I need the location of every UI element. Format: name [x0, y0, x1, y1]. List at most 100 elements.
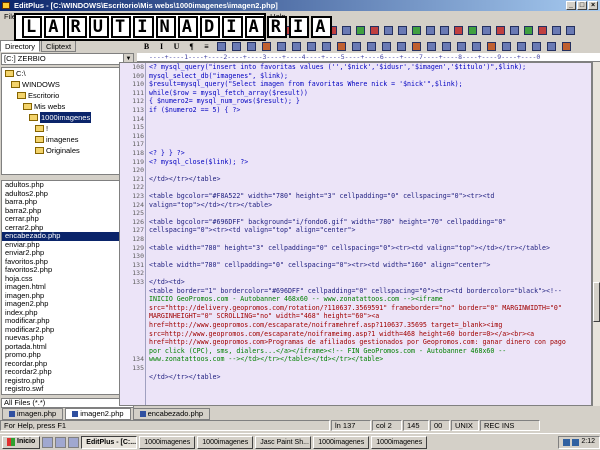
toolbar-button[interactable] [480, 24, 493, 37]
format-button[interactable]: I [155, 40, 168, 53]
toolbar-button[interactable] [424, 24, 437, 37]
format-toolbar-button[interactable] [335, 40, 348, 53]
format-toolbar-button[interactable] [485, 40, 498, 53]
format-toolbar-button[interactable] [560, 40, 573, 53]
tree-item[interactable]: C:\ [2, 68, 133, 79]
file-filter-select[interactable]: All Files (*.*) [1, 398, 134, 408]
toolbar-icon [426, 26, 435, 35]
toolbar-button[interactable] [368, 24, 381, 37]
format-button[interactable]: ≡ [200, 40, 213, 53]
format-toolbar-button[interactable] [545, 40, 558, 53]
format-button[interactable]: B [140, 40, 153, 53]
toolbar-button[interactable] [354, 24, 367, 37]
toolbar-icon [440, 26, 449, 35]
format-icon [547, 42, 556, 51]
doc-tab[interactable]: encabezado.php [132, 407, 211, 420]
format-toolbar-button[interactable] [230, 40, 243, 53]
status-line: ln 137 [331, 420, 371, 431]
taskbar-button[interactable]: 1000imagenes [371, 435, 428, 449]
vertical-scrollbar[interactable] [592, 62, 600, 406]
format-toolbar-button[interactable] [260, 40, 273, 53]
format-toolbar-button[interactable] [215, 40, 228, 53]
tree-item[interactable]: Originales [2, 145, 133, 156]
code-text-area[interactable]: <? mysql_query("insert into favoritas va… [147, 63, 591, 405]
directory-tree: C:\ WINDOWS Escritorio Mis webs 1000imagenes… [1, 67, 134, 175]
quicklaunch-browser-icon[interactable] [42, 436, 54, 448]
tree-item[interactable]: WINDOWS [2, 79, 133, 90]
maximize-icon[interactable]: □ [577, 1, 587, 10]
toolbar-button[interactable] [410, 24, 423, 37]
close-icon[interactable]: × [588, 1, 598, 10]
tray-network-icon[interactable] [563, 438, 571, 446]
quicklaunch-desktop-icon[interactable] [55, 436, 67, 448]
tree-item[interactable]: Mis webs [2, 101, 133, 112]
toolbar-button[interactable] [508, 24, 521, 37]
doc-tab[interactable]: imagen.php [2, 407, 64, 420]
toolbar-button[interactable] [550, 24, 563, 37]
code-editor[interactable]: 108 109 110 111 112 113 114 115 116 117 118 119 120 1… [119, 62, 592, 406]
toolbar-button[interactable] [536, 24, 549, 37]
toolbar-button[interactable] [564, 24, 577, 37]
toolbar-button[interactable] [452, 24, 465, 37]
format-toolbar-button[interactable] [290, 40, 303, 53]
format-toolbar-button[interactable] [305, 40, 318, 53]
taskbar-button[interactable]: 1000imagenes [139, 435, 196, 449]
format-button[interactable]: U [170, 40, 183, 53]
format-toolbar-button[interactable] [455, 40, 468, 53]
toolbar-icon [342, 26, 351, 35]
line-number: 133 [132, 278, 144, 286]
tree-item-label: Originales [46, 146, 80, 155]
doc-tab[interactable]: imagen2.php [65, 407, 131, 420]
file-list-item[interactable]: registro1.php [2, 393, 133, 394]
format-toolbar-button[interactable] [395, 40, 408, 53]
format-toolbar-button[interactable] [380, 40, 393, 53]
format-toolbar-button[interactable] [470, 40, 483, 53]
toolbar-button[interactable] [466, 24, 479, 37]
taskbar-button[interactable]: 1000imagenes [313, 435, 370, 449]
format-icon [472, 42, 481, 51]
start-label: Inicio [17, 438, 36, 445]
taskbar-button[interactable]: EditPlus - [C:... [81, 435, 138, 449]
taskbar-button[interactable]: Jasc Paint Sh... [255, 435, 312, 449]
taskbar-button[interactable]: 1000imagenes [197, 435, 254, 449]
toolbar-button[interactable] [382, 24, 395, 37]
format-icon [232, 42, 241, 51]
drive-select[interactable]: [C:] ZERBIO ▼ [1, 53, 134, 65]
format-toolbar-button[interactable] [425, 40, 438, 53]
folder-icon [35, 147, 44, 154]
scrollbar-thumb[interactable] [593, 282, 600, 322]
format-toolbar-button[interactable] [365, 40, 378, 53]
tray-volume-icon[interactable] [572, 438, 580, 446]
minimize-icon[interactable]: _ [566, 1, 576, 10]
format-toolbar-button[interactable] [500, 40, 513, 53]
tree-item-label: WINDOWS [22, 80, 60, 89]
status-mode: REC INS READ [480, 420, 540, 440]
format-toolbar-button[interactable] [350, 40, 363, 53]
quicklaunch-mail-icon[interactable] [68, 436, 80, 448]
tree-item[interactable]: ! [2, 123, 133, 134]
clock: 2:12 [581, 438, 595, 445]
tab-cliptext[interactable]: Cliptext [41, 40, 77, 52]
toolbar-button[interactable] [438, 24, 451, 37]
tab-directory[interactable]: Directory [0, 40, 41, 52]
format-toolbar-button[interactable] [440, 40, 453, 53]
format-toolbar-button[interactable] [245, 40, 258, 53]
tree-item[interactable]: 1000imagenes [2, 112, 133, 123]
format-toolbar-button[interactable] [275, 40, 288, 53]
toolbar-button[interactable] [340, 24, 353, 37]
format-icon [367, 42, 376, 51]
php-file-icon [9, 410, 15, 417]
toolbar-icon [468, 26, 477, 35]
format-toolbar-button[interactable] [410, 40, 423, 53]
toolbar-button[interactable] [396, 24, 409, 37]
format-button[interactable]: ¶ [185, 40, 198, 53]
toolbar-button[interactable] [522, 24, 535, 37]
tree-item[interactable]: Escritorio [2, 90, 133, 101]
start-button[interactable]: Inicio [2, 435, 41, 449]
format-toolbar-button[interactable] [530, 40, 543, 53]
toolbar-button[interactable] [494, 24, 507, 37]
format-toolbar-button[interactable] [320, 40, 333, 53]
format-toolbar-button[interactable] [515, 40, 528, 53]
tree-item[interactable]: imagenes [2, 134, 133, 145]
